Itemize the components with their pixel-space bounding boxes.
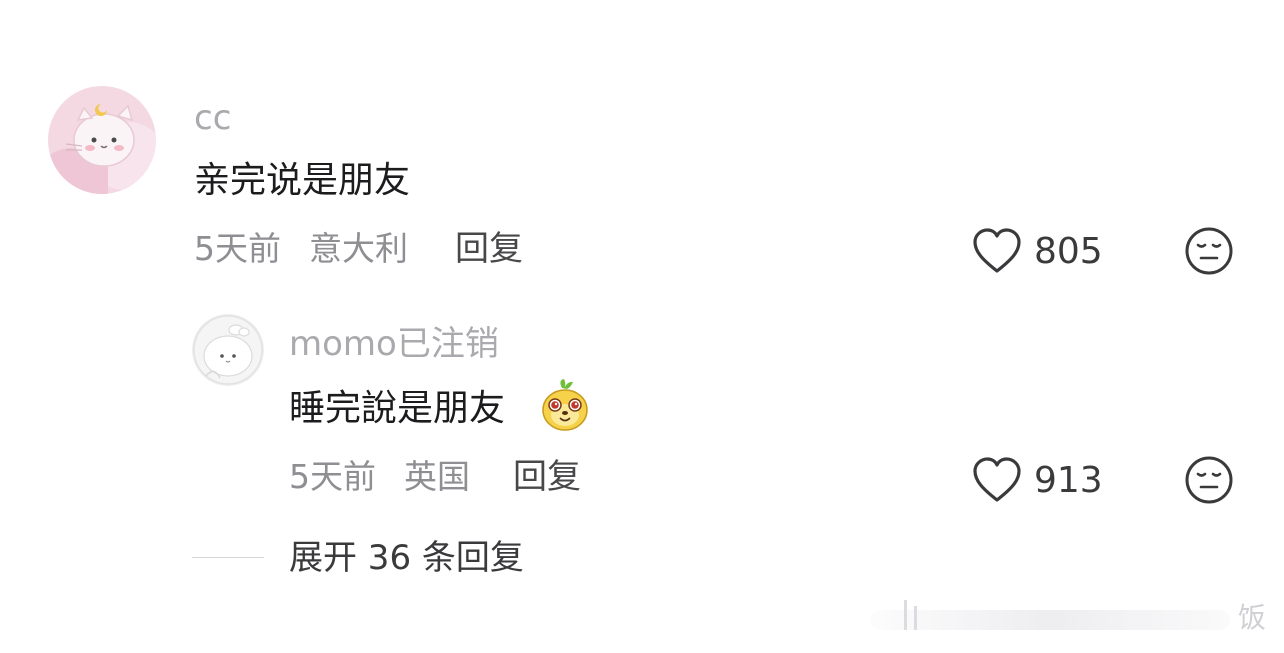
reply-time: 5天前: [289, 457, 376, 496]
comment-location: 意大利: [309, 229, 408, 268]
meh-face-icon: [1185, 227, 1233, 275]
comment-like-count: 805: [1034, 231, 1103, 272]
reply-like-button[interactable]: [971, 455, 1023, 505]
meh-face-icon: [1185, 456, 1233, 504]
heart-outline-icon: [973, 457, 1021, 502]
cute-dog-emoji-icon: [540, 378, 590, 436]
watermark-text: 饭: [1238, 601, 1267, 634]
comment-time: 5天前: [194, 229, 281, 268]
comment-dislike-button[interactable]: [1184, 226, 1234, 276]
comment-text: 亲完说是朋友: [194, 160, 411, 201]
reply-text: 睡完說是朋友: [289, 388, 506, 429]
comment-like-button[interactable]: [971, 226, 1023, 276]
cartoon-cat-avatar-icon: [48, 86, 156, 194]
reply-username[interactable]: momo已注销: [289, 327, 499, 361]
comment-username[interactable]: cc: [194, 101, 231, 135]
reply-avatar[interactable]: [192, 314, 264, 386]
watermark-logo: [870, 600, 1230, 636]
expand-divider: [192, 557, 264, 558]
reply-location: 英国: [404, 457, 470, 496]
reply-like-count: 913: [1034, 460, 1103, 501]
white-bunny-avatar-icon: [192, 314, 264, 386]
reply-reply-button[interactable]: 回复: [513, 460, 581, 494]
expand-replies-button[interactable]: 展开 36 条回复: [289, 541, 524, 575]
comment-reply-button[interactable]: 回复: [455, 232, 523, 266]
heart-outline-icon: [973, 228, 1021, 273]
reply-dislike-button[interactable]: [1184, 455, 1234, 505]
comment-avatar[interactable]: [48, 86, 156, 194]
